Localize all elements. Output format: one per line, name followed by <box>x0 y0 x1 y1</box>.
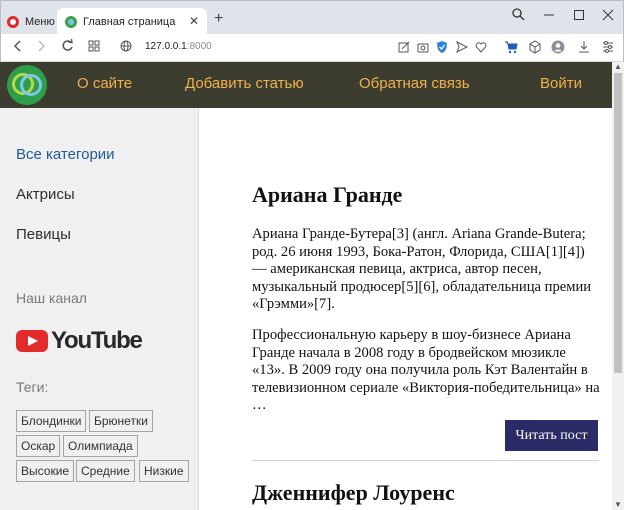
sidebar: Все категории Актрисы Певицы Наш канал Y… <box>0 108 199 510</box>
tag-brunettes[interactable]: Брюнетки <box>89 410 153 432</box>
scroll-up-arrow-icon[interactable]: ▲ <box>614 62 622 71</box>
tag-medium[interactable]: Средние <box>76 460 135 482</box>
address-bar: 127.0.0.1:8000 <box>0 34 624 62</box>
youtube-link[interactable]: YouTube <box>16 327 143 355</box>
tags-heading: Теги: <box>16 379 49 395</box>
heart-icon[interactable] <box>475 40 487 57</box>
main-content: Ариана Гранде Ариана Гранде-Бутера[3] (а… <box>200 108 612 510</box>
youtube-wordmark: YouTube <box>51 327 143 354</box>
post-title: Дженнифер Лоуренс <box>252 480 455 505</box>
speed-dial-icon[interactable] <box>88 39 100 56</box>
url-port: :8000 <box>186 41 212 52</box>
opera-logo-icon <box>7 15 19 28</box>
site-logo[interactable] <box>7 65 47 105</box>
camera-icon[interactable] <box>417 40 429 57</box>
tag-short[interactable]: Низкие <box>139 460 189 482</box>
close-tab-icon[interactable]: ✕ <box>189 14 199 28</box>
tab-main-page[interactable]: Главная страница ✕ <box>57 8 207 35</box>
download-icon[interactable] <box>578 40 590 57</box>
url-field[interactable]: 127.0.0.1:8000 <box>145 41 212 52</box>
tag-blondes[interactable]: Блондинки <box>16 410 87 432</box>
site-favicon-icon <box>65 15 77 28</box>
post-paragraph: Ариана Гранде-Бутера[3] (англ. Ariana Gr… <box>252 226 592 312</box>
post-title: Ариана Гранде <box>252 182 403 207</box>
browser-tab-bar: Меню Главная страница ✕ + <box>0 0 624 35</box>
nav-about[interactable]: О сайте <box>77 75 132 92</box>
new-tab-button[interactable]: + <box>214 10 223 28</box>
read-post-button[interactable]: Читать пост <box>505 420 598 451</box>
vpn-shield-icon[interactable] <box>436 40 448 57</box>
opera-menu-tab[interactable]: Меню <box>7 8 57 35</box>
profile-avatar-icon[interactable] <box>551 40 565 57</box>
send-icon[interactable] <box>456 40 469 57</box>
opera-menu-label: Меню <box>25 15 55 28</box>
search-tabs-icon[interactable] <box>512 8 525 24</box>
scroll-down-arrow-icon[interactable]: ▼ <box>614 500 622 509</box>
category-singers[interactable]: Певицы <box>16 226 71 243</box>
channel-heading: Наш канал <box>16 290 87 306</box>
forward-icon[interactable] <box>37 39 47 56</box>
logo-ring-blue <box>20 74 42 96</box>
post-paragraph: Профессиональную карьеру в шоу-бизнесе А… <box>252 327 600 413</box>
close-window-icon[interactable] <box>602 8 614 24</box>
tag-olympiad[interactable]: Олимпиада <box>63 435 138 457</box>
nav-login[interactable]: Войти <box>540 75 582 92</box>
site-info-globe-icon[interactable] <box>120 39 132 56</box>
minimize-icon[interactable] <box>543 8 555 24</box>
back-icon[interactable] <box>12 39 22 56</box>
page-scrollbar[interactable]: ▲ ▼ <box>612 62 624 510</box>
post-divider <box>252 460 599 461</box>
url-host: 127.0.0.1 <box>145 41 187 52</box>
category-actresses[interactable]: Актрисы <box>16 186 75 203</box>
site-header: О сайте Добавить статью Обратная связь В… <box>0 62 612 108</box>
nav-feedback[interactable]: Обратная связь <box>359 75 470 92</box>
category-all[interactable]: Все категории <box>16 146 115 163</box>
youtube-play-icon <box>16 330 48 352</box>
easy-setup-icon[interactable] <box>602 40 614 57</box>
cart-icon[interactable] <box>505 40 518 57</box>
tag-tall[interactable]: Высокие <box>16 460 75 482</box>
extensions-cube-icon[interactable] <box>529 40 541 57</box>
scroll-thumb[interactable] <box>614 73 622 373</box>
snap-edit-icon[interactable] <box>398 40 410 57</box>
reload-icon[interactable] <box>61 38 74 56</box>
nav-add-article[interactable]: Добавить статью <box>185 75 304 92</box>
tag-oscar[interactable]: Оскар <box>16 435 61 457</box>
maximize-icon[interactable] <box>573 8 585 24</box>
tab-title: Главная страница <box>83 15 176 28</box>
